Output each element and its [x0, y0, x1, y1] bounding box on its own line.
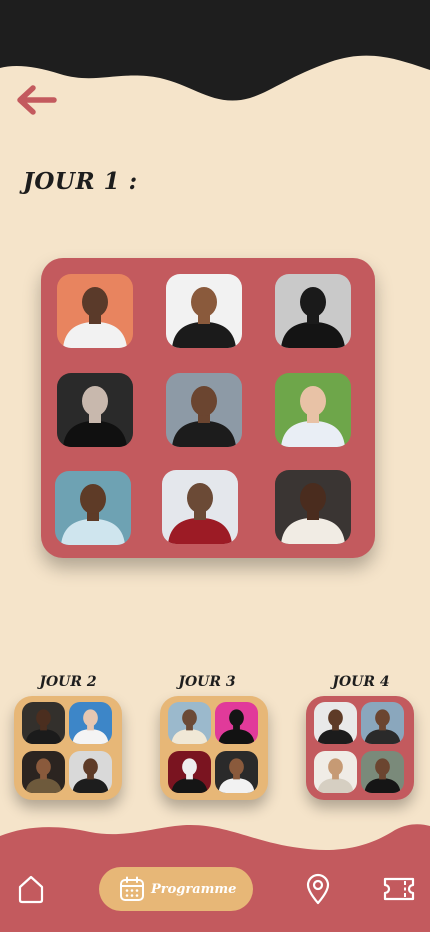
day-title: JOUR 1 : — [23, 168, 138, 195]
artist-thumbnail — [22, 751, 65, 793]
nav-map[interactable] — [305, 873, 331, 905]
artist-photo-image — [314, 751, 357, 793]
artist-thumbnail — [361, 702, 404, 744]
artist-thumbnail — [168, 702, 211, 744]
artist-photo-image — [22, 751, 65, 793]
day-label: JOUR 2 — [39, 674, 97, 690]
artist-thumbnail — [361, 751, 404, 793]
day-card[interactable] — [14, 696, 122, 800]
artist-thumbnail — [69, 751, 112, 793]
day-1-card — [41, 258, 375, 558]
artist-photo-image — [275, 274, 351, 348]
artist-tile[interactable] — [275, 274, 351, 348]
artist-photo-image — [57, 373, 133, 447]
nav-programme[interactable]: Programme — [99, 867, 253, 911]
artist-thumbnail — [314, 751, 357, 793]
artist-thumbnail — [215, 751, 258, 793]
back-button[interactable] — [14, 82, 60, 118]
artist-photo-image — [215, 751, 258, 793]
nav-programme-label: Programme — [151, 881, 237, 897]
artist-photo-image — [168, 702, 211, 744]
artist-photo-image — [314, 702, 357, 744]
home-icon — [18, 875, 44, 904]
day-label: JOUR 4 — [332, 674, 390, 690]
artist-thumbnail — [314, 702, 357, 744]
artist-tile[interactable] — [55, 471, 131, 545]
artist-photo-image — [275, 373, 351, 447]
artist-photo-image — [361, 702, 404, 744]
artist-photo-image — [168, 751, 211, 793]
artist-tile[interactable] — [162, 470, 238, 544]
artist-photo-image — [162, 470, 238, 544]
day-card[interactable] — [306, 696, 414, 800]
nav-tickets[interactable] — [383, 876, 415, 902]
artist-tile[interactable] — [166, 373, 242, 447]
artist-thumbnail — [215, 702, 258, 744]
artist-thumbnail — [69, 702, 112, 744]
artist-tile[interactable] — [57, 373, 133, 447]
artist-thumbnail — [168, 751, 211, 793]
artist-photo-image — [166, 274, 242, 348]
artist-photo-image — [69, 702, 112, 744]
artist-tile[interactable] — [57, 274, 133, 348]
artist-tile[interactable] — [275, 373, 351, 447]
artist-photo-image — [55, 471, 131, 545]
artist-photo-image — [22, 702, 65, 744]
artist-photo-image — [166, 373, 242, 447]
map-pin-icon — [306, 873, 330, 905]
day-label: JOUR 3 — [178, 674, 236, 690]
nav-home[interactable] — [17, 874, 45, 904]
artist-photo-image — [69, 751, 112, 793]
artist-photo-image — [57, 274, 133, 348]
day-card[interactable] — [160, 696, 268, 800]
artist-tile[interactable] — [166, 274, 242, 348]
calendar-icon — [120, 876, 144, 901]
arrow-left-icon — [17, 85, 57, 115]
artist-photo-image — [275, 470, 351, 544]
header-wave — [0, 0, 430, 101]
ticket-icon — [383, 877, 415, 901]
artist-photo-image — [361, 751, 404, 793]
artist-tile[interactable] — [275, 470, 351, 544]
artist-thumbnail — [22, 702, 65, 744]
artist-photo-image — [215, 702, 258, 744]
